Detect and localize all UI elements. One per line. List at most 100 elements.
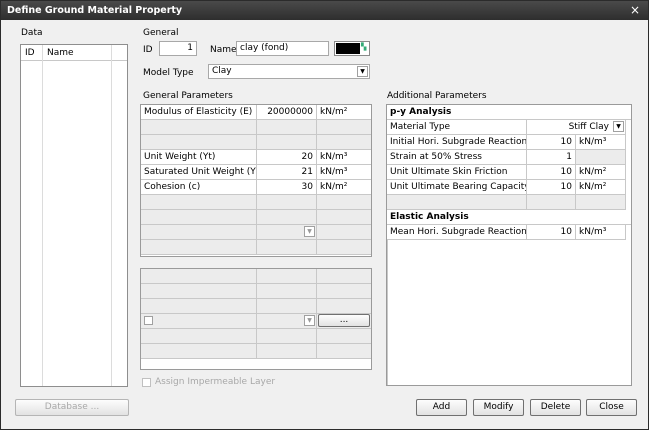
window-title: Define Ground Material Property xyxy=(7,5,183,16)
layer-cell xyxy=(257,269,317,284)
param-value xyxy=(257,120,317,135)
param-dropdown[interactable]: ▼ xyxy=(257,225,317,240)
param-value[interactable]: 20 xyxy=(257,150,317,165)
param-unit xyxy=(317,225,371,240)
param-value xyxy=(257,240,317,255)
layer-cell: ... xyxy=(317,314,371,329)
add-button[interactable]: Add xyxy=(416,399,467,416)
additional-parameters-grid[interactable]: p-y Analysis Material Type Stiff Clay ▼ … xyxy=(386,104,632,386)
general-group-label: General xyxy=(143,28,179,38)
layer-cell xyxy=(317,344,371,359)
layer-cell xyxy=(141,284,257,299)
param-value[interactable]: 21 xyxy=(257,165,317,180)
layer-cell xyxy=(141,329,257,344)
param-value[interactable]: 10 xyxy=(527,225,576,240)
data-list[interactable]: ID Name xyxy=(20,44,128,387)
close-button[interactable]: Close xyxy=(586,399,637,416)
param-name xyxy=(141,195,257,210)
param-name: Unit Ultimate Skin Friction xyxy=(387,165,527,180)
material-type-value: Stiff Clay xyxy=(568,122,609,132)
param-value[interactable]: 1 xyxy=(527,150,576,165)
param-unit xyxy=(317,240,371,255)
model-type-label: Model Type xyxy=(143,68,194,78)
param-name: Unit Ultimate Bearing Capacity xyxy=(387,180,527,195)
close-icon[interactable]: × xyxy=(630,3,640,17)
title-bar: Define Ground Material Property × xyxy=(1,1,648,20)
param-unit xyxy=(317,120,371,135)
chevron-down-icon: ▼ xyxy=(613,121,624,132)
param-unit xyxy=(317,135,371,150)
param-unit: kN/m³ xyxy=(317,165,371,180)
database-button[interactable]: Database ... xyxy=(15,399,129,416)
param-value xyxy=(257,210,317,225)
layer-parameters-grid[interactable]: ▼ ... xyxy=(140,268,372,370)
param-name xyxy=(141,120,257,135)
material-type-dropdown[interactable]: Stiff Clay ▼ xyxy=(527,120,626,135)
param-unit: kN/m³ xyxy=(317,150,371,165)
param-value[interactable]: 20000000 xyxy=(257,105,317,120)
assign-impermeable-checkbox[interactable] xyxy=(142,378,151,387)
layer-cell xyxy=(317,299,371,314)
additional-parameters-label: Additional Parameters xyxy=(387,91,487,101)
param-name: Initial Hori. Subgrade Reaction (Kh) xyxy=(387,135,527,150)
layer-cell xyxy=(257,284,317,299)
layer-cell xyxy=(257,329,317,344)
layer-checkbox[interactable] xyxy=(144,316,153,325)
param-name: Mean Hori. Subgrade Reaction (Kh) xyxy=(387,225,527,240)
param-name xyxy=(141,225,257,240)
layer-cell xyxy=(141,269,257,284)
dialog-window: Define Ground Material Property × Data I… xyxy=(0,0,649,430)
chevron-down-icon: ▼ xyxy=(304,226,315,237)
data-group-label: Data xyxy=(21,28,43,38)
chevron-down-icon: ▼ xyxy=(357,66,368,77)
param-unit xyxy=(576,150,626,165)
param-unit: kN/m² xyxy=(576,165,626,180)
model-type-dropdown[interactable]: Clay ▼ xyxy=(208,64,370,79)
column-divider xyxy=(111,45,112,386)
param-name: Strain at 50% Stress xyxy=(387,150,527,165)
param-value[interactable]: 10 xyxy=(527,180,576,195)
param-unit: kN/m³ xyxy=(576,225,626,240)
param-name: Material Type xyxy=(387,120,527,135)
layer-cell xyxy=(141,344,257,359)
layer-cell xyxy=(317,269,371,284)
param-value[interactable]: 10 xyxy=(527,135,576,150)
general-parameters-label: General Parameters xyxy=(143,91,233,101)
param-value[interactable]: 30 xyxy=(257,180,317,195)
assign-impermeable-label: Assign Impermeable Layer xyxy=(155,377,276,387)
param-name xyxy=(387,195,527,210)
section-header: Elastic Analysis xyxy=(387,210,631,225)
param-name: Modulus of Elasticity (E) xyxy=(141,105,257,120)
param-value[interactable]: 10 xyxy=(527,165,576,180)
layer-dropdown[interactable]: ▼ xyxy=(257,314,317,329)
layer-cell xyxy=(317,284,371,299)
param-unit: kN/m² xyxy=(317,105,371,120)
param-unit xyxy=(576,195,626,210)
param-name xyxy=(141,135,257,150)
column-header-name: Name xyxy=(47,48,74,58)
param-name: Unit Weight (Yt) xyxy=(141,150,257,165)
modify-button[interactable]: Modify xyxy=(473,399,524,416)
column-header-id: ID xyxy=(25,48,35,58)
param-unit xyxy=(317,210,371,225)
general-parameters-grid[interactable]: Modulus of Elasticity (E) 20000000 kN/m²… xyxy=(140,104,372,257)
palette-icon: ▚ xyxy=(361,43,367,51)
name-field[interactable]: clay (fond) xyxy=(236,41,329,56)
grid-edge xyxy=(387,240,388,385)
color-picker[interactable]: ▚ xyxy=(334,41,370,56)
color-swatch xyxy=(336,43,360,54)
param-unit: kN/m² xyxy=(576,180,626,195)
param-value xyxy=(527,195,576,210)
section-header: p-y Analysis xyxy=(387,105,631,120)
param-name: Saturated Unit Weight (Ysat) xyxy=(141,165,257,180)
param-value xyxy=(257,195,317,210)
more-button[interactable]: ... xyxy=(318,314,370,327)
param-name xyxy=(141,210,257,225)
name-label: Name xyxy=(210,45,237,55)
layer-cell xyxy=(141,314,257,329)
delete-button[interactable]: Delete xyxy=(530,399,581,416)
param-value xyxy=(257,135,317,150)
id-field[interactable]: 1 xyxy=(159,41,197,56)
model-type-value: Clay xyxy=(212,66,232,76)
layer-cell xyxy=(257,344,317,359)
